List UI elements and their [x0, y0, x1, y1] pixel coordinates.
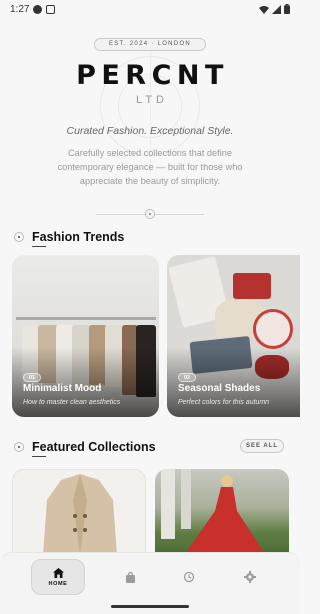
featured-card-red-dress[interactable]: [155, 469, 289, 554]
card-subtitle: How to master clean aesthetics: [23, 399, 121, 406]
nav-home[interactable]: HOME: [31, 559, 85, 595]
status-bar: 1:27: [0, 0, 300, 18]
nav-settings[interactable]: [223, 559, 277, 595]
bag-icon: [125, 571, 135, 583]
brand-subtitle: LTD: [136, 94, 168, 106]
featured-header: Featured Collections SEE ALL: [14, 438, 300, 457]
image-icon: [46, 4, 56, 14]
tagline: Curated Fashion. Exceptional Style.: [66, 125, 234, 137]
section-bullet-icon: [14, 232, 24, 242]
see-all-button[interactable]: SEE ALL: [240, 439, 284, 453]
home-icon: [52, 567, 64, 578]
brand-logo: PERCNT: [76, 60, 229, 91]
gear-icon: [244, 571, 256, 583]
gesture-bar: [111, 605, 189, 608]
nav-label-home: HOME: [48, 580, 68, 587]
card-number-badge: 02: [178, 373, 197, 382]
divider-dot-icon: [145, 209, 155, 219]
card-number-badge: 01: [23, 373, 42, 382]
bottom-navigation: HOME: [0, 552, 300, 614]
trend-card-minimalist[interactable]: 01 Minimalist Mood How to master clean a…: [12, 255, 159, 417]
nav-history[interactable]: [162, 559, 216, 595]
signal-icon: [272, 4, 281, 14]
card-title: Seasonal Shades: [178, 383, 261, 394]
established-badge: EST. 2024 · LONDON: [94, 38, 206, 51]
card-title: Minimalist Mood: [23, 383, 102, 394]
status-time: 1:27: [10, 3, 30, 15]
section-title: Fashion Trends: [32, 230, 125, 247]
section-bullet-icon: [14, 442, 24, 452]
featured-card-coat[interactable]: [12, 469, 146, 554]
hero-section: EST. 2024 · LONDON PERCNT LTD Curated Fa…: [0, 18, 300, 223]
shield-icon: [33, 4, 43, 14]
trends-header: Fashion Trends: [14, 228, 300, 247]
card-subtitle: Perfect colors for this autumn: [178, 399, 270, 406]
wifi-icon: [259, 5, 269, 14]
trend-card-seasonal[interactable]: 02 Seasonal Shades Perfect colors for th…: [167, 255, 300, 417]
battery-icon: [284, 4, 290, 14]
section-title: Featured Collections: [32, 440, 156, 457]
history-icon: [183, 571, 195, 583]
nav-shop[interactable]: [103, 559, 157, 595]
hero-description: Carefully selected collections that defi…: [57, 148, 243, 186]
